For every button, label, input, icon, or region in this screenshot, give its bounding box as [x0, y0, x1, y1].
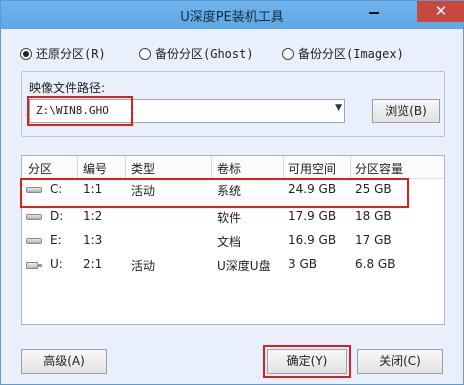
header-number: 编号	[83, 162, 108, 176]
header-divider	[125, 156, 126, 178]
cell-free-space: 3 GB	[288, 257, 317, 271]
cell-volume-label: 文档	[217, 235, 242, 249]
cell-number: 2:1	[83, 257, 103, 271]
header-free-space: 可用空间	[288, 162, 337, 176]
cell-drive: U:	[50, 257, 63, 271]
minimize-button[interactable]	[361, 2, 387, 22]
ok-highlight-box	[263, 345, 351, 378]
advanced-button[interactable]: 高级(A)	[21, 349, 107, 374]
browse-button[interactable]: 浏览(B)	[372, 99, 440, 123]
cell-volume-label: U深度U盘	[217, 259, 271, 273]
header-partition: 分区	[28, 162, 53, 176]
chevron-down-icon[interactable]: ▼	[335, 103, 342, 113]
header-capacity: 分区容量	[355, 162, 404, 176]
radio-backup-imagex[interactable]: 备份分区(Imagex)	[282, 45, 404, 62]
cell-drive: E:	[50, 233, 62, 247]
installer-window: U深度PE装机工具 ✕ 还原分区(R) 备份分区(Ghost) 备份分区(Ima…	[0, 0, 464, 385]
title-bar: U深度PE装机工具 ✕	[1, 1, 464, 29]
header-divider	[211, 156, 212, 178]
radio-label: 备份分区(Ghost)	[155, 47, 254, 61]
header-volume-label: 卷标	[217, 162, 242, 176]
close-window-button[interactable]: ✕	[417, 1, 464, 22]
window-title: U深度PE装机工具	[180, 10, 284, 25]
radio-dot	[139, 47, 151, 60]
cell-drive: D:	[50, 209, 64, 223]
row-highlight-box	[20, 178, 409, 208]
cell-capacity: 17 GB	[355, 233, 392, 247]
cell-volume-label: 软件	[217, 211, 242, 225]
cell-free-space: 17.9 GB	[288, 209, 337, 223]
header-divider	[283, 156, 284, 178]
header-divider	[77, 156, 78, 178]
table-header: 分区 编号 类型 卷标 可用空间 分区容量	[22, 156, 444, 179]
table-row[interactable]: D: 1:2 软件 17.9 GB 18 GB	[22, 205, 444, 229]
radio-dot	[282, 47, 294, 60]
radio-label: 备份分区(Imagex)	[298, 47, 404, 61]
radio-label: 还原分区(R)	[36, 47, 106, 61]
radio-backup-ghost[interactable]: 备份分区(Ghost)	[139, 45, 254, 62]
header-type: 类型	[131, 162, 156, 176]
table-row[interactable]: E: 1:3 文档 16.9 GB 17 GB	[22, 229, 444, 253]
image-path-label: 映像文件路径:	[29, 81, 106, 95]
cell-type: 活动	[131, 259, 156, 273]
close-button[interactable]: 关闭(C)	[357, 349, 443, 374]
radio-restore-partition[interactable]: 还原分区(R)	[20, 45, 106, 62]
close-icon: ✕	[434, 2, 448, 20]
hard-drive-icon	[26, 236, 42, 246]
radio-dot	[20, 47, 32, 60]
header-divider	[350, 156, 351, 178]
hard-drive-icon	[26, 212, 42, 222]
cell-capacity: 18 GB	[355, 209, 392, 223]
cell-capacity: 6.8 GB	[355, 257, 396, 271]
path-highlight-box	[27, 96, 133, 126]
table-row[interactable]: U: 2:1 活动 U深度U盘 3 GB 6.8 GB	[22, 253, 444, 277]
cell-number: 1:2	[83, 209, 103, 223]
cell-free-space: 16.9 GB	[288, 233, 337, 247]
usb-drive-icon	[26, 259, 42, 271]
cell-number: 1:3	[83, 233, 103, 247]
